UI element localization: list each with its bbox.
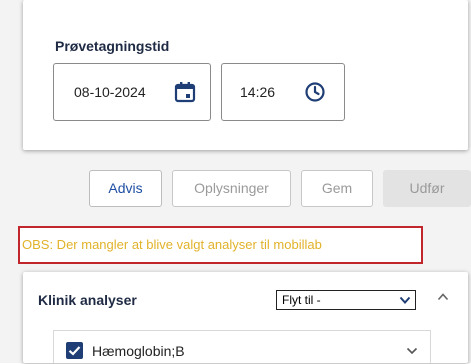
gem-button[interactable]: Gem [301, 170, 373, 207]
chevron-up-icon[interactable] [437, 292, 449, 302]
time-value[interactable]: 14:26 [240, 84, 275, 100]
move-to-select[interactable]: Flyt til - [276, 290, 416, 310]
udfor-button[interactable]: Udfør [383, 170, 471, 207]
date-value[interactable]: 08-10-2024 [74, 84, 146, 100]
chevron-down-icon[interactable] [399, 295, 411, 305]
time-field[interactable]: 14:26 [221, 63, 345, 121]
analysis-item-row[interactable]: Hæmoglobin;B [53, 330, 431, 363]
date-field[interactable]: 08-10-2024 [53, 63, 211, 121]
advis-button[interactable]: Advis [89, 170, 162, 207]
analyser-title: Klinik analyser [38, 292, 137, 308]
calendar-icon[interactable] [174, 81, 196, 103]
clock-icon[interactable] [304, 81, 326, 103]
chevron-down-icon[interactable] [406, 347, 418, 355]
move-to-select-value[interactable]: Flyt til - [282, 293, 321, 307]
oplysninger-button[interactable]: Oplysninger [172, 170, 291, 207]
analysis-checkbox[interactable] [66, 342, 83, 359]
analysis-item-label: Hæmoglobin;B [92, 343, 185, 359]
warning-message: OBS: Der mangler at blive valgt analyser… [22, 237, 322, 252]
checkmark-icon [68, 346, 81, 356]
sample-time-title: Prøvetagningstid [55, 38, 170, 54]
